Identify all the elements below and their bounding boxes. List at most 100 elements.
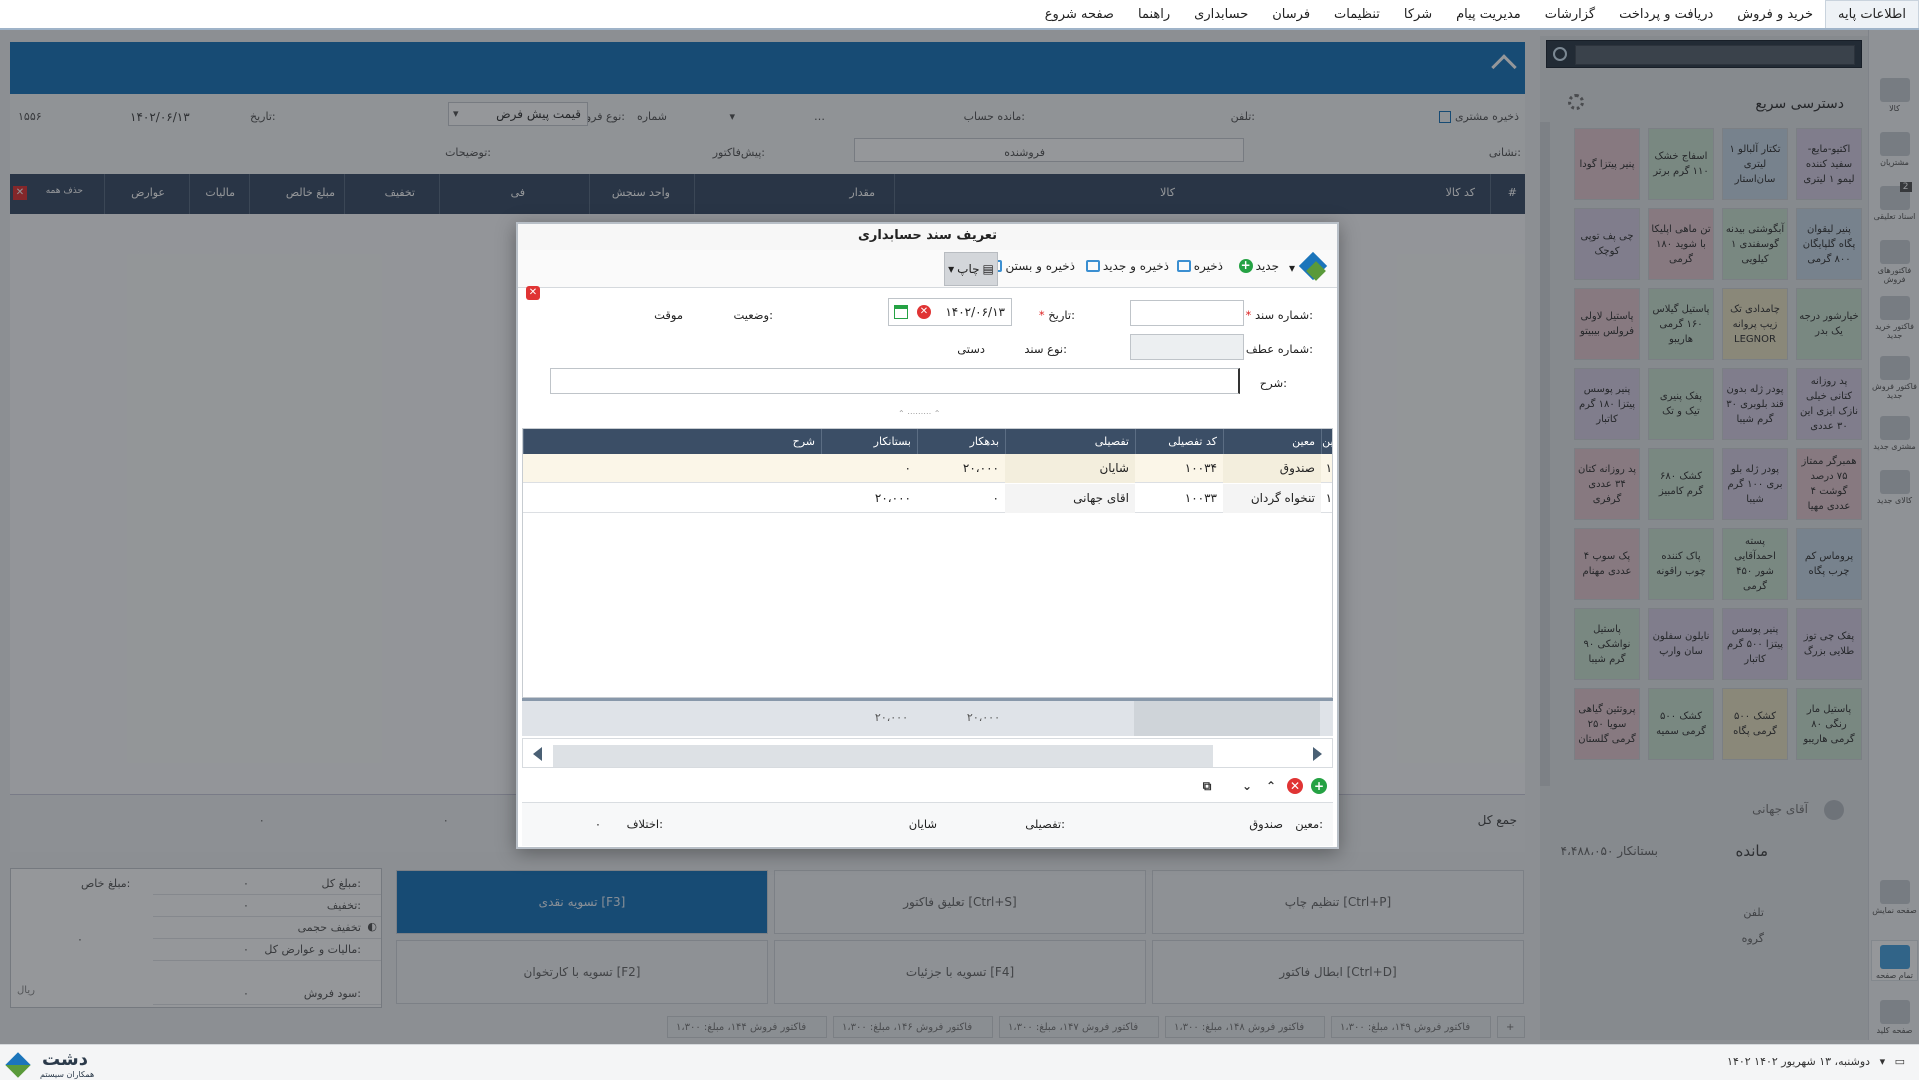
ref-number-label: * شماره عطف: (1236, 342, 1313, 356)
cell-moein[interactable]: صندوق (1223, 454, 1321, 483)
dasht-logo: دشت همکاران سیستم (5, 1049, 126, 1079)
grid-totals-row: ۲۰،۰۰۰ ۲۰،۰۰۰ (522, 698, 1333, 736)
clear-date-icon[interactable]: ✕ (917, 305, 931, 319)
save-and-close-button[interactable]: ذخیره و بستن (988, 259, 1075, 273)
save-new-icon (1085, 260, 1100, 272)
main-menu-bar: اطلاعات پایه خرید و فروش دریافت و پرداخت… (0, 0, 1919, 30)
date-picker[interactable]: ۱۴۰۲/۰۶/۱۳ ✕ (888, 298, 1012, 326)
doc-number-input[interactable] (1130, 300, 1244, 326)
copy-rows-icon[interactable]: ⧉ (1199, 778, 1215, 794)
footer-difference-label: اختلاف: (626, 817, 663, 831)
description-input[interactable] (550, 368, 1240, 394)
status-bar: دشت همکاران سیستم دوشنبه، ۱۳ شهریور ۱۴۰۲… (0, 1044, 1919, 1080)
cell-moein[interactable]: تنخواه گردان (1223, 484, 1321, 513)
col-moein: معین (1223, 429, 1321, 454)
voucher-date-value[interactable]: ۱۴۰۲/۰۶/۱۳ (945, 305, 1005, 319)
menu-start-page[interactable]: صفحه شروع (1033, 0, 1126, 28)
doc-type-value: دستی (957, 342, 985, 356)
resize-handle-icon[interactable]: ⌃ ⋯⋯⋯ ⌃ (898, 409, 941, 418)
col-code: معین (1321, 429, 1332, 454)
menu-accounting[interactable]: حسابداری (1182, 0, 1260, 28)
menu-help[interactable]: راهنما (1126, 0, 1182, 28)
col-tafsili-code: کد تفصیلی (1135, 429, 1223, 454)
total-debit: ۲۰،۰۰۰ (966, 711, 1000, 724)
cell-tafsili-code[interactable]: ۱۰۰۳۴ (1135, 454, 1223, 483)
save-icon (1176, 260, 1191, 272)
menu-message-management[interactable]: مدیریت پیام (1444, 0, 1533, 28)
scroll-thumb[interactable] (553, 745, 1213, 767)
col-debit: بدهکار (917, 429, 1005, 454)
table-row[interactable]: ۱۱۱ صندوق ۱۰۰۳۴ شایان ۲۰،۰۰۰ ۰ (523, 454, 1332, 483)
save-and-new-button[interactable]: ذخیره و جدید (1085, 259, 1169, 273)
grid-header: معین معین کد تفصیلی تفصیلی بدهکار بستانک… (523, 429, 1332, 454)
current-date: دوشنبه، ۱۳ شهریور ۱۴۰۲ (1754, 1055, 1871, 1068)
date-label-text: تاریخ: (1048, 308, 1075, 322)
chevron-down-icon: ▾ (948, 262, 955, 276)
footer-tafsili-label: تفصیلی: (1025, 817, 1065, 831)
doc-number-label: * شماره سند: (1245, 308, 1313, 322)
cell-tafsili[interactable]: اقای جهانی (1005, 484, 1135, 513)
grid-horizontal-scrollbar[interactable] (522, 738, 1333, 768)
move-up-icon[interactable]: ⌃ (1263, 778, 1279, 794)
fiscal-year[interactable]: ۱۴۰۲ (1727, 1055, 1751, 1068)
menu-farsan[interactable]: فرسان (1260, 0, 1322, 28)
plus-icon: + (1238, 258, 1253, 273)
footer-moein-label: معین: (1295, 817, 1323, 831)
printer-icon: ▤ (982, 262, 994, 276)
voucher-lines-grid: معین معین کد تفصیلی تفصیلی بدهکار بستانک… (522, 428, 1333, 698)
cell-tafsili[interactable]: شایان (1005, 454, 1135, 483)
menu-settings[interactable]: تنظیمات (1322, 0, 1392, 28)
ref-number-input[interactable] (1130, 334, 1244, 360)
menu-receipt-payment[interactable]: دریافت و پرداخت (1607, 0, 1725, 28)
menu-reports[interactable]: گزارشات (1533, 0, 1607, 28)
scroll-right-icon[interactable] (1313, 747, 1322, 761)
new-button[interactable]: + جدید (1238, 258, 1279, 273)
doc-number-label-text: شماره سند: (1254, 308, 1313, 322)
dialog-title: تعریف سند حسابداری (518, 224, 1337, 250)
selected-line-info: معین: صندوق تفصیلی: شایان اختلاف: ۰ (522, 802, 1333, 846)
accounting-voucher-dialog: تعریف سند حسابداری ▾ + جدید ذخیره ذخیره و… (516, 222, 1339, 849)
ref-number-label-text: شماره عطف: (1245, 342, 1313, 356)
print-button[interactable]: ▾ چاپ ▤ (944, 252, 998, 286)
print-button-label: چاپ (957, 262, 980, 276)
save-button-label: ذخیره (1193, 259, 1223, 273)
logo-text: دشت (42, 1049, 88, 1070)
scroll-left-icon[interactable] (533, 747, 542, 761)
dialog-toolbar: ▾ + جدید ذخیره ذخیره و جدید ذخیره و بستن … (518, 250, 1337, 300)
date-label: * تاریخ: (1038, 308, 1075, 322)
cell-code[interactable]: ۱۱۱ (1321, 454, 1332, 483)
cell-description[interactable] (523, 454, 821, 483)
footer-difference-value: ۰ (594, 817, 601, 831)
col-description: شرح (523, 429, 821, 454)
cell-tafsili-code[interactable]: ۱۰۰۳۳ (1135, 484, 1223, 513)
col-tafsili: تفصیلی (1005, 429, 1135, 454)
total-credit: ۲۰،۰۰۰ (874, 711, 908, 724)
cell-description[interactable] (523, 484, 821, 513)
menu-purchase-sales[interactable]: خرید و فروش (1725, 0, 1825, 28)
calendar-icon[interactable] (894, 305, 908, 319)
cell-credit[interactable]: ۰ (821, 454, 917, 483)
add-row-icon[interactable]: + (1311, 778, 1327, 794)
table-row[interactable]: ۱۱۱ تنخواه گردان ۱۰۰۳۳ اقای جهانی ۰ ۲۰،۰… (523, 484, 1332, 513)
description-label: شرح: (1259, 376, 1287, 390)
status-value: موقت (654, 308, 683, 322)
new-button-label: جدید (1255, 259, 1279, 273)
menu-partners[interactable]: شرکا (1392, 0, 1444, 28)
logo-dropdown-chevron-icon[interactable]: ▾ (1289, 261, 1295, 275)
save-button[interactable]: ذخیره (1176, 259, 1223, 273)
cell-credit[interactable]: ۲۰،۰۰۰ (821, 484, 917, 513)
cell-debit[interactable]: ۰ (917, 484, 1005, 513)
move-down-icon[interactable]: ⌄ (1239, 778, 1255, 794)
doc-type-label: نوع سند: (1024, 342, 1067, 356)
close-icon[interactable]: ✕ (526, 286, 540, 300)
cell-code[interactable]: ۱۱۱ (1321, 484, 1332, 513)
menu-basic-info[interactable]: اطلاعات پایه (1825, 0, 1919, 28)
app-logo-icon (1298, 251, 1328, 282)
logo-subtext: همکاران سیستم (40, 1070, 95, 1079)
col-credit: بستانکار (821, 429, 917, 454)
cell-debit[interactable]: ۲۰،۰۰۰ (917, 454, 1005, 483)
chevron-down-icon[interactable]: ▾ (1880, 1055, 1886, 1068)
save-new-button-label: ذخیره و جدید (1102, 259, 1169, 273)
monitor-icon[interactable]: ▭ (1895, 1055, 1905, 1068)
delete-row-icon[interactable]: ✕ (1287, 778, 1303, 794)
